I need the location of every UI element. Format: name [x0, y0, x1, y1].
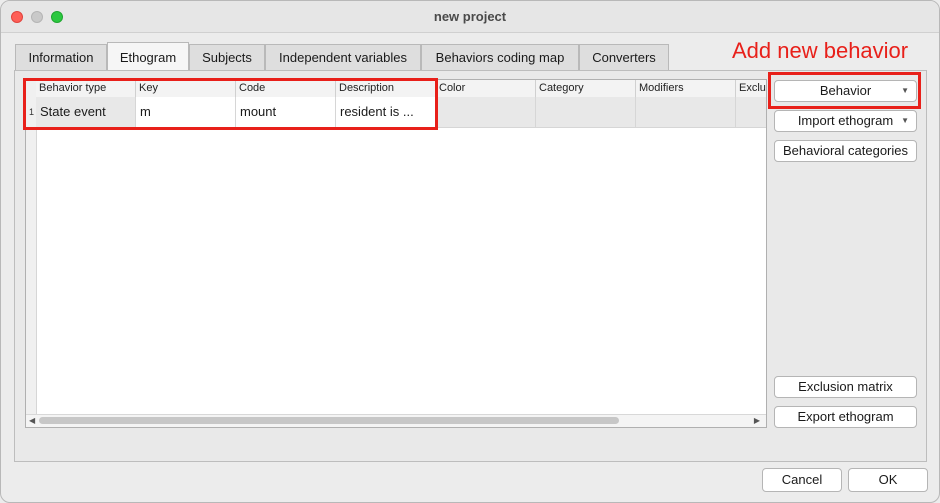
- column-header-code[interactable]: Code: [236, 80, 336, 97]
- exclusion-matrix-button[interactable]: Exclusion matrix: [774, 376, 917, 398]
- cell-category[interactable]: [536, 97, 636, 127]
- column-header-behavior-type[interactable]: Behavior type: [36, 80, 136, 97]
- cell-code[interactable]: mount: [236, 97, 336, 127]
- scroll-left-icon[interactable]: ◀: [29, 415, 35, 427]
- horizontal-scrollbar[interactable]: ◀ ▶: [26, 414, 766, 427]
- row-number[interactable]: 1: [27, 97, 36, 127]
- column-header-category[interactable]: Category: [536, 80, 636, 97]
- tab-ethogram[interactable]: Ethogram: [107, 42, 189, 71]
- tab-independent-variables[interactable]: Independent variables: [265, 44, 421, 70]
- annotation-label: Add new behavior: [732, 38, 909, 63]
- column-header-color[interactable]: Color: [436, 80, 536, 97]
- behavioral-categories-button[interactable]: Behavioral categories: [774, 140, 917, 162]
- cell-key[interactable]: m: [136, 97, 236, 127]
- table-row[interactable]: State event m mount resident is ...: [36, 97, 766, 128]
- window-title: new project: [433, 9, 507, 24]
- behavior-button-label: Behavior: [819, 83, 872, 98]
- scroll-right-icon[interactable]: ▶: [754, 415, 760, 427]
- column-header-exclusion[interactable]: Exclu: [736, 80, 766, 97]
- tab-converters[interactable]: Converters: [579, 44, 669, 70]
- table-header: Behavior type Key Code Description Color…: [36, 80, 766, 98]
- ethogram-table[interactable]: Behavior type Key Code Description Color…: [25, 79, 767, 428]
- column-header-description[interactable]: Description: [336, 80, 436, 97]
- cell-exclusion[interactable]: [736, 97, 766, 127]
- row-header-column: [26, 80, 37, 427]
- tab-subjects[interactable]: Subjects: [189, 44, 265, 70]
- cancel-button[interactable]: Cancel: [762, 468, 842, 492]
- ok-button[interactable]: OK: [848, 468, 928, 492]
- column-header-modifiers[interactable]: Modifiers: [636, 80, 736, 97]
- behavior-button[interactable]: Behavior ▼: [774, 80, 917, 102]
- export-ethogram-button[interactable]: Export ethogram: [774, 406, 917, 428]
- project-window: new project Information Ethogram Subject…: [0, 0, 940, 503]
- cell-color[interactable]: [436, 97, 536, 127]
- dropdown-caret-icon: ▼: [901, 116, 909, 125]
- scrollbar-thumb[interactable]: [39, 417, 619, 424]
- dropdown-caret-icon: ▼: [901, 86, 909, 95]
- title-bar: new project: [1, 1, 939, 33]
- cell-behavior-type[interactable]: State event: [36, 97, 136, 127]
- import-ethogram-label: Import ethogram: [797, 113, 894, 128]
- tab-information[interactable]: Information: [15, 44, 107, 70]
- column-header-key[interactable]: Key: [136, 80, 236, 97]
- import-ethogram-button[interactable]: Import ethogram ▼: [774, 110, 917, 132]
- tab-behaviors-coding-map[interactable]: Behaviors coding map: [421, 44, 579, 70]
- cell-description[interactable]: resident is ...: [336, 97, 436, 127]
- cell-modifiers[interactable]: [636, 97, 736, 127]
